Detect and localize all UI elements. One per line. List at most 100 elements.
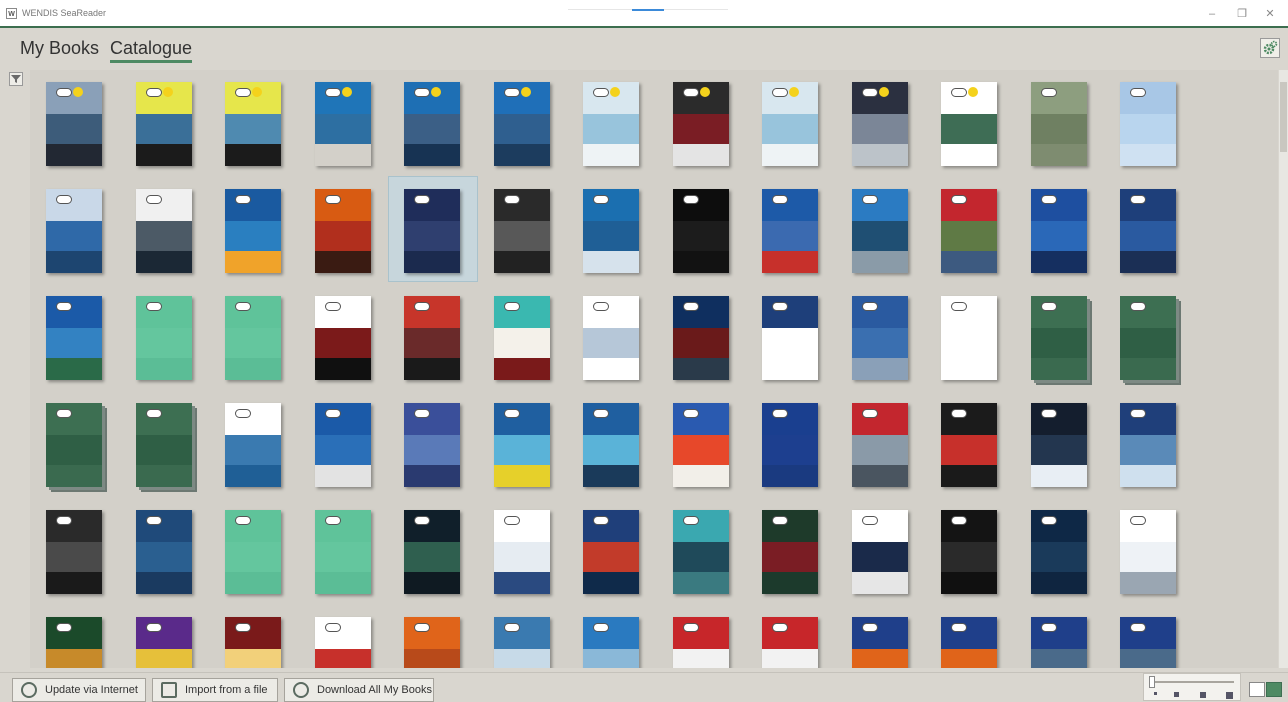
book-cover[interactable] [1031, 403, 1087, 487]
book-cover[interactable] [941, 296, 997, 380]
book-cover[interactable] [1120, 82, 1176, 166]
book-cover[interactable] [494, 617, 550, 668]
book-cover[interactable] [136, 617, 192, 668]
book-cover[interactable] [583, 296, 639, 380]
book-cover[interactable] [762, 403, 818, 487]
zoom-size-large-icon[interactable] [1200, 692, 1206, 698]
book-cover[interactable] [1120, 403, 1176, 487]
zoom-size-medium-icon[interactable] [1174, 692, 1179, 697]
book-cover[interactable] [46, 82, 102, 166]
book-cover[interactable] [1031, 82, 1087, 166]
book-cover[interactable] [852, 189, 908, 273]
book-cover[interactable] [583, 510, 639, 594]
book-cover[interactable] [494, 189, 550, 273]
book-cover[interactable] [136, 403, 192, 487]
book-cover[interactable] [225, 82, 281, 166]
book-cover[interactable] [494, 82, 550, 166]
book-cover[interactable] [46, 510, 102, 594]
zoom-slider[interactable] [1143, 673, 1241, 701]
settings-button[interactable] [1260, 38, 1280, 58]
book-cover[interactable] [941, 189, 997, 273]
book-cover[interactable] [225, 403, 281, 487]
book-cover[interactable] [494, 403, 550, 487]
book-cover[interactable] [852, 510, 908, 594]
scrollbar-thumb[interactable] [1280, 82, 1287, 152]
book-cover[interactable] [1120, 296, 1176, 380]
book-cover[interactable] [583, 189, 639, 273]
book-cover[interactable] [404, 403, 460, 487]
book-cover[interactable] [673, 403, 729, 487]
book-cover[interactable] [315, 617, 371, 668]
book-cover[interactable] [583, 82, 639, 166]
book-cover[interactable] [315, 82, 371, 166]
zoom-size-small-icon[interactable] [1154, 692, 1157, 695]
book-cover[interactable] [1031, 296, 1087, 380]
book-cover[interactable] [225, 189, 281, 273]
book-cover[interactable] [1120, 617, 1176, 668]
minimize-icon[interactable]: – [1204, 6, 1220, 22]
book-cover[interactable] [762, 189, 818, 273]
book-cover[interactable] [315, 296, 371, 380]
book-cover[interactable] [315, 510, 371, 594]
list-view-icon[interactable] [1249, 682, 1265, 697]
book-cover[interactable] [583, 403, 639, 487]
book-cover[interactable] [852, 403, 908, 487]
cover-band [404, 617, 460, 649]
book-cover[interactable] [1031, 510, 1087, 594]
book-cover[interactable] [852, 296, 908, 380]
book-cover[interactable] [494, 296, 550, 380]
book-cover[interactable] [46, 617, 102, 668]
book-cover[interactable] [225, 296, 281, 380]
restore-icon[interactable]: ❐ [1234, 6, 1250, 22]
zoom-size-xlarge-icon[interactable] [1226, 692, 1233, 699]
book-cover[interactable] [673, 189, 729, 273]
book-cover[interactable] [404, 617, 460, 668]
book-cover[interactable] [941, 617, 997, 668]
book-cover[interactable] [852, 82, 908, 166]
book-cover[interactable] [46, 403, 102, 487]
book-cover[interactable] [941, 510, 997, 594]
import-from-file-button[interactable]: Import from a file [152, 678, 278, 702]
close-icon[interactable]: ✕ [1262, 6, 1278, 22]
book-cover[interactable] [46, 296, 102, 380]
book-cover[interactable] [852, 617, 908, 668]
book-cover[interactable] [136, 82, 192, 166]
book-cover[interactable] [673, 617, 729, 668]
tab-catalogue[interactable]: Catalogue [110, 38, 193, 63]
book-cover[interactable] [1120, 189, 1176, 273]
book-cover[interactable] [225, 617, 281, 668]
book-cover[interactable] [46, 189, 102, 273]
book-cover[interactable] [404, 189, 460, 273]
filter-button[interactable] [9, 72, 23, 86]
book-cover[interactable] [494, 510, 550, 594]
tab-my-books[interactable]: My Books [20, 38, 99, 59]
book-cover[interactable] [762, 510, 818, 594]
book-cover[interactable] [136, 510, 192, 594]
book-cover[interactable] [673, 510, 729, 594]
update-via-internet-button[interactable]: Update via Internet [12, 678, 146, 702]
book-cover[interactable] [1031, 617, 1087, 668]
book-cover[interactable] [1120, 510, 1176, 594]
book-cover[interactable] [762, 82, 818, 166]
book-cover[interactable] [404, 510, 460, 594]
book-cover[interactable] [941, 82, 997, 166]
book-cover[interactable] [673, 82, 729, 166]
book-cover[interactable] [762, 617, 818, 668]
book-cover[interactable] [673, 296, 729, 380]
download-all-button[interactable]: Download All My Books [284, 678, 434, 702]
zoom-slider-thumb[interactable] [1149, 676, 1155, 688]
book-cover[interactable] [136, 189, 192, 273]
book-cover[interactable] [404, 296, 460, 380]
book-cover[interactable] [583, 617, 639, 668]
book-cover[interactable] [762, 296, 818, 380]
book-cover[interactable] [941, 403, 997, 487]
book-cover[interactable] [136, 296, 192, 380]
book-cover[interactable] [315, 403, 371, 487]
vertical-scrollbar[interactable] [1279, 70, 1288, 668]
book-cover[interactable] [1031, 189, 1087, 273]
book-cover[interactable] [225, 510, 281, 594]
cover-band [494, 358, 550, 380]
grid-view-icon[interactable] [1266, 682, 1282, 697]
book-cover[interactable] [404, 82, 460, 166]
book-cover[interactable] [315, 189, 371, 273]
